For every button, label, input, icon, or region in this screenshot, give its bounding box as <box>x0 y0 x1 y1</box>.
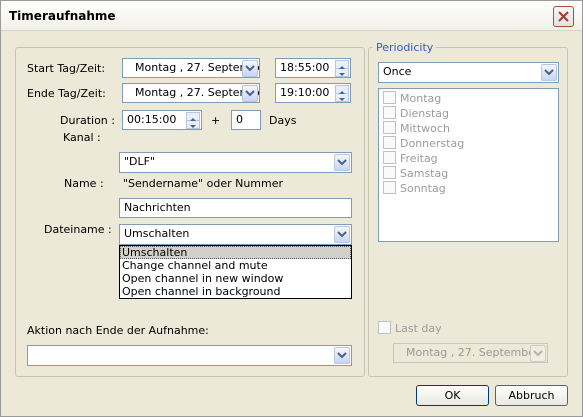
cancel-button[interactable]: Abbruch <box>495 385 568 406</box>
channel-hint: "Sendername" oder Nummer <box>123 177 284 190</box>
checkbox-icon <box>383 181 396 194</box>
chevron-down-icon <box>337 352 347 359</box>
periodicity-value: Once <box>383 65 412 78</box>
weekday-label: Mittwoch <box>400 122 450 135</box>
end-date-picker[interactable]: Montag , 27. September <box>122 83 260 103</box>
action-option[interactable]: Umschalten <box>120 246 351 259</box>
last-day-checkbox[interactable]: Last day <box>378 321 442 335</box>
weekday-checkbox[interactable]: Donnerstag <box>383 136 464 150</box>
after-recording-dropdown-button[interactable] <box>334 347 350 364</box>
up-arrow-icon <box>339 66 345 69</box>
last-day-label: Last day <box>395 322 442 335</box>
after-recording-label: Aktion nach Ende der Aufnahme: <box>27 324 209 337</box>
weekday-checkbox[interactable]: Montag <box>383 91 441 105</box>
end-time-value: 19:10:00 <box>280 86 330 99</box>
chevron-down-icon <box>533 350 543 357</box>
action-option[interactable]: Open channel in background <box>120 285 351 298</box>
weekday-label: Freitag <box>400 152 438 165</box>
checkbox-icon <box>378 321 391 334</box>
chevron-down-icon <box>245 90 255 97</box>
channel-value: "DLF" <box>124 155 156 168</box>
start-time-spinner[interactable] <box>335 60 349 77</box>
end-date-dropdown-button[interactable] <box>242 85 258 102</box>
weekday-checkbox[interactable]: Sonntag <box>383 181 446 195</box>
days-value: 0 <box>236 113 243 126</box>
end-time-spinner[interactable] <box>335 85 349 102</box>
periodicity-dropdown-button[interactable] <box>541 64 557 81</box>
weekday-label: Dienstag <box>400 107 450 120</box>
filename-label: Dateiname : <box>44 223 112 236</box>
close-button[interactable] <box>553 6 574 27</box>
start-date-value: Montag , 27. September <box>135 61 260 74</box>
weekday-label: Montag <box>400 92 442 105</box>
action-dropdown-button[interactable] <box>334 226 350 243</box>
ok-button[interactable]: OK <box>416 385 489 406</box>
end-label: Ende Tag/Zeit: <box>27 87 106 100</box>
action-dropdown-list: Umschalten Change channel and mute Open … <box>119 245 352 299</box>
weekday-label: Donnerstag <box>400 137 465 150</box>
weekday-checkbox[interactable]: Freitag <box>383 151 438 165</box>
start-label: Start Tag/Zeit: <box>27 62 106 75</box>
after-recording-select[interactable] <box>27 345 352 366</box>
chevron-down-icon <box>245 65 255 72</box>
checkbox-icon <box>383 106 396 119</box>
end-date-value: Montag , 27. September <box>135 86 260 99</box>
weekday-list: Montag Dienstag Mittwoch Donnerstag Frei… <box>378 88 559 242</box>
duration-label: Duration : <box>60 114 115 127</box>
checkbox-icon <box>383 91 396 104</box>
action-value: Umschalten <box>124 227 190 240</box>
action-option[interactable]: Open channel in new window <box>120 272 351 285</box>
weekday-checkbox[interactable]: Mittwoch <box>383 121 450 135</box>
weekday-label: Samstag <box>400 167 449 180</box>
end-time-field[interactable]: 19:10:00 <box>275 83 351 103</box>
periodicity-select[interactable]: Once <box>378 62 559 83</box>
last-day-dropdown-button[interactable] <box>530 345 546 362</box>
duration-spinner[interactable] <box>186 112 200 129</box>
last-day-date-picker[interactable]: Montag , 27. September <box>393 343 548 363</box>
name-label: Name : <box>64 177 104 190</box>
timer-dialog: Timeraufnahme Start Tag/Zeit: Montag , 2… <box>0 0 583 417</box>
channel-combo[interactable]: "DLF" <box>119 152 352 173</box>
weekday-label: Sonntag <box>400 182 446 195</box>
last-day-date-value: Montag , 27. September <box>406 346 540 359</box>
periodicity-legend: Periodicity <box>373 41 437 54</box>
checkbox-icon <box>383 151 396 164</box>
window-title: Timeraufnahme <box>9 9 116 23</box>
channel-dropdown-button[interactable] <box>334 154 350 171</box>
start-time-field[interactable]: 18:55:00 <box>275 58 351 78</box>
action-option[interactable]: Change channel and mute <box>120 259 351 272</box>
up-arrow-icon <box>339 91 345 94</box>
title-bar[interactable]: Timeraufnahme <box>1 1 582 31</box>
down-arrow-icon <box>190 125 196 128</box>
duration-value: 00:15:00 <box>127 113 177 126</box>
chevron-down-icon <box>544 69 554 76</box>
checkbox-icon <box>383 136 396 149</box>
name-value: Nachrichten <box>124 201 191 214</box>
start-time-value: 18:55:00 <box>280 61 330 74</box>
checkbox-icon <box>383 121 396 134</box>
up-arrow-icon <box>190 118 196 121</box>
start-date-dropdown-button[interactable] <box>242 60 258 77</box>
name-input[interactable]: Nachrichten <box>119 198 352 218</box>
channel-label: Kanal : <box>63 131 101 144</box>
weekday-checkbox[interactable]: Samstag <box>383 166 448 180</box>
duration-field[interactable]: 00:15:00 <box>122 110 202 130</box>
down-arrow-icon <box>339 73 345 76</box>
chevron-down-icon <box>337 231 347 238</box>
down-arrow-icon <box>339 98 345 101</box>
days-field[interactable]: 0 <box>231 110 261 130</box>
chevron-down-icon <box>337 159 347 166</box>
checkbox-icon <box>383 166 396 179</box>
plus-sign: + <box>211 114 221 127</box>
start-date-picker[interactable]: Montag , 27. September <box>122 58 260 78</box>
weekday-checkbox[interactable]: Dienstag <box>383 106 449 120</box>
days-label: Days <box>269 114 297 127</box>
action-select[interactable]: Umschalten <box>119 224 352 245</box>
